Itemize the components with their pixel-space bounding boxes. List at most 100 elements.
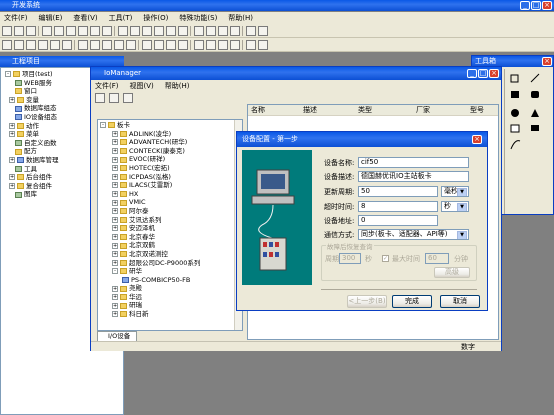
menu-help[interactable]: 帮助(H) [228, 13, 253, 23]
comm-mode-select[interactable]: 同步(板卡、适配器、API等) ▼ [358, 229, 469, 240]
download-icon[interactable] [246, 25, 256, 36]
close-button[interactable]: × [542, 1, 552, 10]
finish-button[interactable]: 完成 [392, 295, 432, 308]
io-tree-item[interactable]: + HOTEC(宏拓) [100, 164, 242, 173]
fill-icon[interactable] [178, 39, 188, 50]
delete-icon[interactable] [78, 25, 88, 36]
col-desc[interactable]: 描述 [303, 105, 317, 116]
undo-icon[interactable] [90, 25, 100, 36]
col-vendor[interactable]: 厂家 [416, 105, 430, 116]
io-tree-root[interactable]: - 板卡 [100, 121, 242, 130]
run-icon[interactable] [194, 25, 204, 36]
lock-icon[interactable] [218, 39, 228, 50]
cut-icon[interactable] [42, 25, 52, 36]
layer-icon[interactable] [230, 39, 240, 50]
pointer-tool-icon[interactable] [510, 74, 519, 83]
io-tree-item[interactable]: + 北京双鹤 [100, 241, 242, 250]
io-delete-icon[interactable] [123, 93, 133, 103]
same-size-icon[interactable] [102, 39, 112, 50]
io-tree-item[interactable]: + ADLINK(凌华) [100, 130, 242, 139]
io-tree-item[interactable]: + 尧殿 [100, 284, 242, 293]
max-time-input[interactable]: 60 [425, 253, 449, 264]
period-input[interactable]: 300 [339, 253, 361, 264]
col-type[interactable]: 类型 [358, 105, 372, 116]
paste-icon[interactable] [66, 25, 76, 36]
monitor-icon[interactable] [258, 25, 268, 36]
io-tree-item[interactable]: + 安迈泽机 [100, 224, 242, 233]
io-tree-item[interactable]: + 超限公司DC-P9000系列 [100, 259, 242, 268]
redo-icon[interactable] [102, 25, 112, 36]
io-new-icon[interactable] [95, 93, 105, 103]
maximize-button[interactable]: □ [531, 1, 541, 10]
same-height-icon[interactable] [90, 39, 100, 50]
io-tree-item[interactable]: + 北京春华 [100, 233, 242, 242]
ungroup-icon[interactable] [130, 25, 140, 36]
timeout-unit-select[interactable]: 秒 ▼ [441, 201, 469, 212]
v-space-icon[interactable] [126, 39, 136, 50]
col-name[interactable]: 名称 [251, 105, 265, 116]
chevron-down-icon[interactable]: ▼ [457, 188, 467, 196]
save-icon[interactable] [26, 25, 36, 36]
io-tree-item[interactable]: + 阿尔泰 [100, 207, 242, 216]
io-tree-item[interactable]: + ADVANTECH(研华) [100, 138, 242, 147]
arc-tool-icon[interactable] [510, 140, 521, 150]
align-top-icon[interactable] [38, 39, 48, 50]
flip-icon[interactable] [206, 39, 216, 50]
font-icon[interactable] [142, 39, 152, 50]
io-tree-item[interactable]: + 科日新 [100, 310, 242, 319]
iomanager-maximize-button[interactable]: □ [478, 69, 488, 78]
line-icon[interactable] [166, 39, 176, 50]
stop-icon[interactable] [206, 25, 216, 36]
menu-operate[interactable]: 操作(O) [143, 13, 168, 23]
cancel-button[interactable]: 取消 [440, 295, 480, 308]
io-menu-help[interactable]: 帮助(H) [165, 81, 190, 92]
io-tree-item[interactable]: + HX [100, 190, 242, 199]
align-middle-icon[interactable] [50, 39, 60, 50]
io-menu-file[interactable]: 文件(F) [95, 81, 119, 92]
address-input[interactable]: 0 [358, 215, 438, 226]
minimize-button[interactable]: _ [520, 1, 530, 10]
io-refresh-icon[interactable] [109, 93, 119, 103]
image-tool-icon[interactable] [531, 125, 539, 131]
front-icon[interactable] [142, 25, 152, 36]
toolbox-close-button[interactable]: × [542, 57, 552, 66]
io-tree-item[interactable]: + CONTECK(康泰克) [100, 147, 242, 156]
io-tree-item[interactable]: + 华远 [100, 293, 242, 302]
iomanager-close-button[interactable]: × [489, 69, 499, 78]
chevron-down-icon[interactable]: ▼ [457, 203, 467, 211]
io-tree-item[interactable]: + VMIC [100, 198, 242, 207]
text-tool-icon[interactable] [510, 124, 520, 133]
h-space-icon[interactable] [114, 39, 124, 50]
device-desc-input[interactable]: 德国赫优讯IO主站板卡 [358, 171, 469, 182]
menu-file[interactable]: 文件(F) [4, 13, 28, 23]
timeout-input[interactable]: 8 [358, 201, 438, 212]
io-tree-item[interactable]: - 研华 [100, 267, 242, 276]
align-bottom-icon[interactable] [62, 39, 72, 50]
io-tree-item[interactable]: + EVOC(研祥) [100, 155, 242, 164]
io-tree-item[interactable]: + ILACS(艾雷斯) [100, 181, 242, 190]
io-tree-item[interactable]: + ICPDAS(泓格) [100, 173, 242, 182]
rounded-rect-tool-icon[interactable] [531, 91, 539, 98]
ellipse-tool-icon[interactable] [511, 109, 519, 117]
print-icon[interactable] [246, 39, 256, 50]
align-right-icon[interactable] [26, 39, 36, 50]
io-tree-item[interactable]: + 艾讯达系列 [100, 216, 242, 225]
rect-tool-icon[interactable] [511, 91, 519, 98]
align-center-icon[interactable] [14, 39, 24, 50]
io-tree-leaf[interactable]: PS-COMBICP50-FB [100, 276, 242, 285]
io-menu-view[interactable]: 视图(V) [130, 81, 154, 92]
zoom-icon[interactable] [178, 25, 188, 36]
io-tree-item[interactable]: + 研瑞 [100, 301, 242, 310]
same-width-icon[interactable] [78, 39, 88, 50]
menu-view[interactable]: 查看(V) [73, 13, 97, 23]
device-name-input[interactable]: cif50 [358, 157, 469, 168]
menu-special[interactable]: 特殊功能(S) [179, 13, 217, 23]
advanced-button[interactable]: 高级 [434, 267, 470, 278]
polygon-tool-icon[interactable] [531, 109, 539, 117]
menu-edit[interactable]: 编辑(E) [39, 13, 63, 23]
io-tree-item[interactable]: + 北京双诺测控 [100, 250, 242, 259]
update-period-input[interactable]: 50 [358, 186, 438, 197]
chevron-down-icon[interactable]: ▼ [457, 231, 467, 239]
dialog-close-button[interactable]: × [472, 135, 482, 144]
align-left-icon[interactable] [2, 39, 12, 50]
